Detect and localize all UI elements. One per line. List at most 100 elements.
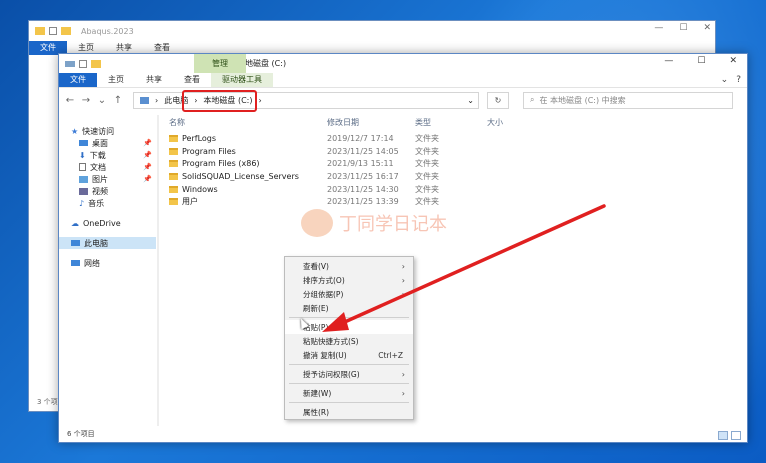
desktop-icon [79,140,88,146]
chevron-right-icon: › [401,388,405,398]
maximize-icon[interactable]: ☐ [679,23,687,33]
folder-icon [169,160,178,168]
check-icon [79,59,87,68]
tab-manage[interactable]: 管理 [194,54,246,73]
address-dropdown-icon[interactable]: ⌄ [467,96,474,105]
view-toggle[interactable] [718,431,741,440]
up-arrow-icon[interactable]: ↑ [113,95,123,106]
column-header-date[interactable]: 修改日期 [327,117,415,128]
back-caption-buttons[interactable]: — ☐ ✕ [654,23,711,33]
check-icon [49,27,57,35]
minimize-icon[interactable]: — [664,56,673,66]
search-input[interactable]: ⌕ 在 本地磁盘 (C:) 中搜索 [523,91,733,109]
pin-icon[interactable]: 📌 [143,139,152,147]
nav-label: 文档 [90,162,106,172]
menu-item-undo-copy[interactable]: 撤消 复制(U) Ctrl+Z [285,348,413,362]
drive-icon [65,60,75,67]
menu-item-sort[interactable]: 排序方式(O) › [285,273,413,287]
file-name: 用户 [182,197,198,207]
tab-drive-tools[interactable]: 驱动器工具 [211,73,273,87]
menu-label: 刷新(E) [303,303,329,313]
table-row[interactable]: Windows 2023/11/25 14:30 文件夹 [167,183,747,196]
pin-icon[interactable]: 📌 [143,163,152,171]
nav-this-pc[interactable]: 此电脑 [59,237,156,249]
pin-icon[interactable]: 📌 [143,151,152,159]
file-date: 2021/9/13 15:11 [327,159,394,169]
folder-icon [169,198,178,206]
tab-view[interactable]: 查看 [173,73,211,87]
file-type: 文件夹 [415,133,439,143]
menu-label: 排序方式(O) [303,275,345,285]
context-menu[interactable]: 查看(V) › 排序方式(O) › 分组依据(P) › 刷新(E) 粘贴(P) 粘贴快… [284,256,414,420]
nav-onedrive[interactable]: ☁ OneDrive [59,217,156,229]
nav-item-desktop[interactable]: 桌面 📌 [59,137,156,149]
menu-label: 授予访问权限(G) [303,369,360,379]
file-date: 2023/11/25 14:30 [327,184,399,194]
cloud-icon: ☁ [71,218,79,228]
menu-item-refresh[interactable]: 刷新(E) [285,301,413,315]
nav-scrollbar[interactable] [157,115,159,426]
menu-item-group[interactable]: 分组依据(P) › [285,287,413,301]
menu-item-properties[interactable]: 属性(R) [285,405,413,419]
chevron-down-icon[interactable]: ⌄ [721,75,729,85]
nav-quick-access[interactable]: ★ 快速访问 [59,125,156,137]
column-header-size[interactable]: 大小 [487,117,535,128]
nav-item-music[interactable]: ♪ 音乐 [59,197,156,209]
recent-chevron-icon[interactable]: ⌄ [97,95,107,106]
music-icon: ♪ [79,198,85,208]
file-type: 文件夹 [415,146,439,156]
caption-buttons[interactable]: — ☐ ✕ [664,56,737,66]
refresh-button[interactable]: ↻ [487,91,509,109]
pin-icon[interactable]: 📌 [143,175,152,183]
nav-label: 图片 [92,174,108,184]
menu-item-new[interactable]: 新建(W) › [285,386,413,400]
chevron-right-icon: › [401,289,405,299]
file-name: Windows [182,184,218,194]
minimize-icon[interactable]: — [654,23,663,33]
menu-separator [289,383,409,384]
file-name: Program Files (x86) [182,159,260,169]
navigation-pane: ★ 快速访问 桌面 📌 ⬇ 下载 📌 文档 📌 图片 📌 视频 ♪ 音乐 ☁ O… [59,115,156,426]
large-icons-view-icon[interactable] [731,431,741,440]
nav-network[interactable]: 网络 [59,257,156,269]
back-titlebar: Abaqus.2023 [29,21,715,41]
nav-item-pictures[interactable]: 图片 📌 [59,173,156,185]
menu-item-paste-shortcut[interactable]: 粘贴快捷方式(S) [285,334,413,348]
download-icon: ⬇ [79,150,86,160]
tab-home[interactable]: 主页 [97,73,135,87]
ribbon-right-icons: ⌄ ? [721,75,741,85]
address-highlight-box [182,90,257,112]
menu-label: 撤消 复制(U) [303,350,347,360]
document-icon [79,163,86,171]
close-icon[interactable]: ✕ [729,56,737,66]
forward-arrow-icon[interactable]: → [81,95,91,106]
tab-share[interactable]: 共享 [135,73,173,87]
help-icon[interactable]: ? [736,75,741,85]
table-row[interactable]: Program Files (x86) 2021/9/13 15:11 文件夹 [167,157,747,170]
table-row[interactable]: Program Files 2023/11/25 14:05 文件夹 [167,145,747,158]
details-view-icon[interactable] [718,431,728,440]
close-icon[interactable]: ✕ [703,23,711,33]
ribbon-tabs: 文件 主页 共享 查看 驱动器工具 ⌄ ? [59,73,747,88]
table-row[interactable]: PerfLogs 2019/12/7 17:14 文件夹 [167,132,747,145]
column-header-type[interactable]: 类型 [415,117,487,128]
file-date: 2019/12/7 17:14 [327,133,394,143]
menu-label: 属性(R) [303,407,330,417]
nav-item-videos[interactable]: 视频 [59,185,156,197]
menu-item-view[interactable]: 查看(V) › [285,259,413,273]
titlebar: 本地磁盘 (C:) [59,54,747,73]
tab-file[interactable]: 文件 [59,73,97,87]
menu-item-grant-access[interactable]: 授予访问权限(G) › [285,367,413,381]
column-header-name[interactable]: 名称 [167,117,327,128]
table-row[interactable]: SolidSQUAD_License_Servers 2023/11/25 16… [167,170,747,183]
chevron-right-icon: › [401,261,405,271]
maximize-icon[interactable]: ☐ [697,56,705,66]
file-name: SolidSQUAD_License_Servers [182,171,299,181]
nav-item-documents[interactable]: 文档 📌 [59,161,156,173]
nav-item-downloads[interactable]: ⬇ 下载 📌 [59,149,156,161]
back-arrow-icon[interactable]: ← [65,95,75,106]
search-placeholder: 在 本地磁盘 (C:) 中搜索 [539,95,626,105]
chevron-right-icon: › [155,95,159,105]
chevron-right-icon: › [401,369,405,379]
table-row[interactable]: 用户 2023/11/25 13:39 文件夹 [167,195,747,208]
